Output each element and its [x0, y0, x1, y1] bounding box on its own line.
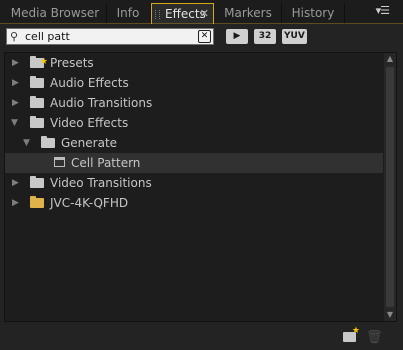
- folder-icon: [30, 96, 44, 108]
- drag-grip-icon[interactable]: [155, 10, 160, 19]
- effects-panel: Media Browser Info Effects ✕ Markers His…: [0, 0, 403, 350]
- custom-bin-folder-icon: [30, 196, 44, 208]
- tree-item-label: Audio Effects: [50, 76, 129, 90]
- expand-arrow-icon[interactable]: ▶: [12, 53, 19, 73]
- tab-underline: [0, 23, 403, 24]
- accelerated-effects-filter-button[interactable]: ▶︎: [226, 29, 248, 44]
- tab-history[interactable]: History: [282, 3, 345, 24]
- 32bit-effects-filter-button[interactable]: 32: [254, 29, 276, 44]
- tree-item-label: Cell Pattern: [71, 156, 141, 170]
- tree-item-video-transitions[interactable]: ▶ Video Transitions: [5, 173, 383, 193]
- tab-effects[interactable]: Effects ✕: [151, 3, 214, 24]
- tab-media-browser[interactable]: Media Browser: [4, 3, 107, 24]
- folder-icon: [41, 136, 55, 148]
- tree-item-label: JVC-4K-QFHD: [50, 196, 129, 210]
- search-field[interactable]: ⚲ ✕: [6, 28, 214, 45]
- tab-label: Markers: [224, 6, 272, 20]
- filter-label: 32: [258, 31, 272, 41]
- expand-arrow-icon[interactable]: ▶: [12, 193, 19, 213]
- scroll-down-arrow-icon[interactable]: ▼: [384, 309, 396, 321]
- collapse-arrow-icon[interactable]: ▼: [11, 113, 18, 133]
- tree-item-audio-transitions[interactable]: ▶ Audio Transitions: [5, 93, 383, 113]
- tab-label: Info: [116, 6, 140, 20]
- tree-item-cell-pattern[interactable]: Cell Pattern: [5, 153, 383, 173]
- expand-arrow-icon[interactable]: ▶: [12, 173, 19, 193]
- tab-info[interactable]: Info: [106, 3, 151, 24]
- close-tab-icon[interactable]: ✕: [200, 4, 209, 24]
- delete-icon[interactable]: 🗑: [366, 330, 383, 345]
- effect-icon: [54, 157, 65, 167]
- vertical-scrollbar[interactable]: ▲ ▼: [384, 53, 396, 321]
- tree-item-jvc-4k-qfhd[interactable]: ▶ JVC-4K-QFHD: [5, 193, 383, 213]
- tab-label: Media Browser: [10, 6, 100, 20]
- tree-item-label: Audio Transitions: [50, 96, 153, 110]
- tree-item-label: Video Effects: [50, 116, 129, 130]
- folder-icon: [30, 176, 44, 188]
- scroll-up-arrow-icon[interactable]: ▲: [384, 53, 396, 65]
- tree-item-label: Presets: [50, 56, 94, 70]
- tree-item-generate[interactable]: ▼ Generate: [5, 133, 383, 153]
- tab-label: History: [291, 6, 335, 20]
- new-custom-bin-icon[interactable]: ★: [343, 326, 360, 342]
- filter-label: YUV: [284, 31, 305, 41]
- scrollbar-thumb[interactable]: [386, 67, 394, 307]
- effects-tree: ▶ ★ Presets ▶ Audio Effects ▶ Audio Tran…: [4, 52, 397, 322]
- expand-arrow-icon[interactable]: ▶: [12, 73, 19, 93]
- folder-icon: [30, 116, 44, 128]
- expand-arrow-icon[interactable]: ▶: [12, 93, 19, 113]
- search-icon: ⚲: [10, 30, 19, 43]
- tree-item-label: Generate: [61, 136, 118, 150]
- yuv-effects-filter-button[interactable]: YUV: [282, 29, 307, 44]
- search-input[interactable]: [25, 29, 195, 44]
- presets-folder-icon: ★: [30, 56, 48, 68]
- clear-search-icon[interactable]: ✕: [198, 30, 211, 43]
- panel-tab-bar: Media Browser Info Effects ✕ Markers His…: [0, 0, 403, 24]
- tree-item-label: Video Transitions: [50, 176, 152, 190]
- panel-menu-icon[interactable]: ▾☰: [376, 4, 390, 17]
- tab-markers[interactable]: Markers: [215, 3, 282, 24]
- tree-item-video-effects[interactable]: ▼ Video Effects: [5, 113, 383, 133]
- folder-icon: [30, 76, 44, 88]
- collapse-arrow-icon[interactable]: ▼: [23, 133, 30, 153]
- tree-item-audio-effects[interactable]: ▶ Audio Effects: [5, 73, 383, 93]
- tree-item-presets[interactable]: ▶ ★ Presets: [5, 53, 383, 73]
